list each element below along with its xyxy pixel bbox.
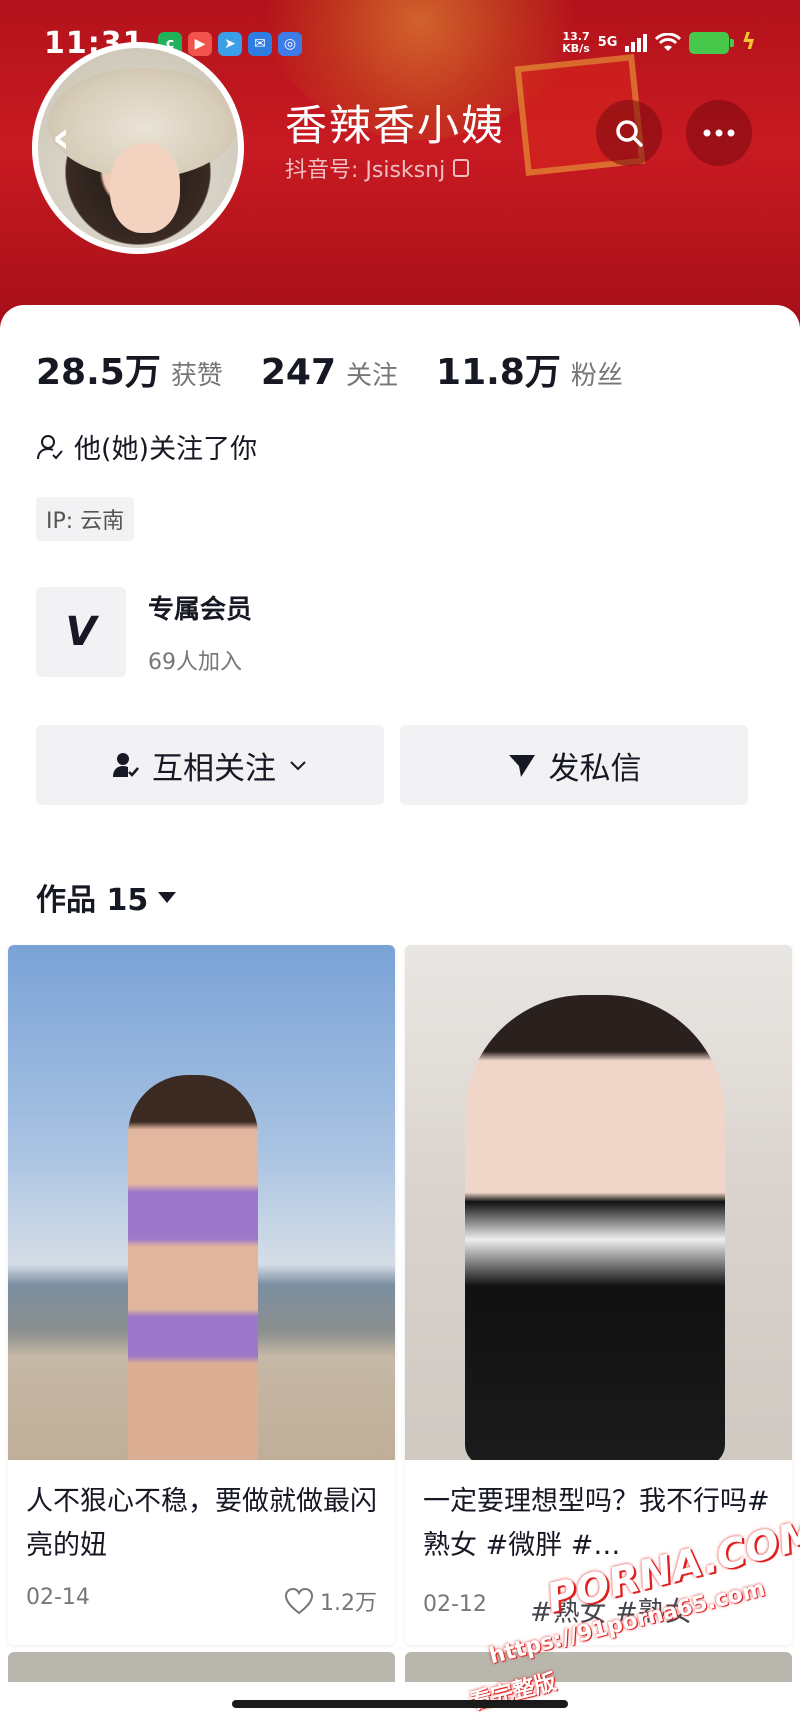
copy-icon[interactable] — [453, 159, 470, 177]
membership-text: 专属会员 69人加入 — [148, 589, 252, 676]
send-icon — [508, 755, 535, 777]
app-circle-icon: ◎ — [278, 32, 302, 56]
network-speed-unit: KB/s — [562, 41, 590, 55]
tab-works[interactable]: 作品 15 — [36, 875, 177, 919]
back-button[interactable]: ‹ — [52, 112, 70, 163]
wifi-icon — [655, 32, 682, 51]
app-message-icon: ✉ — [248, 32, 272, 56]
video-date: 02-14 — [26, 1585, 90, 1610]
send-message-label: 发私信 — [548, 750, 642, 787]
app-telegram-icon: ➤ — [218, 32, 242, 56]
video-likes-count: 1.2万 — [320, 1591, 377, 1616]
network-speed-value: 13.7 — [562, 29, 590, 43]
caret-down-icon — [158, 891, 177, 903]
douyin-id-text: 抖音号: Jsisksnj — [285, 158, 446, 183]
profile-card: 28.5万 获赞 247 关注 11.8万 粉丝 他(她)关注了你 IP: 云南… — [0, 305, 800, 1726]
more-button[interactable] — [686, 100, 752, 166]
ip-location-tag: IP: 云南 — [36, 497, 135, 541]
thumbnail-person — [128, 1075, 258, 1460]
followers-count[interactable]: 11.8万 — [436, 343, 561, 395]
network-speed: 13.7 KB/s — [562, 29, 590, 55]
following-count[interactable]: 247 — [261, 352, 336, 393]
membership-count: 69人加入 — [148, 649, 242, 675]
video-likes: 1.2万 — [284, 1585, 377, 1617]
user-check-icon — [37, 434, 63, 459]
send-message-button[interactable]: 发私信 — [400, 725, 748, 805]
mutual-follow-label: 互相关注 — [152, 750, 276, 787]
heart-icon — [284, 1587, 314, 1615]
avatar-face — [110, 143, 180, 233]
video-card[interactable]: 人不狠心不稳，要做就做最闪亮的妞 02-14 1.2万 — [8, 945, 395, 1645]
profile-nickname: 香辣香小姨 — [285, 101, 506, 150]
status-indicators: 13.7 KB/s 5G ϟ — [562, 30, 756, 55]
profile-actions: 互相关注 发私信 — [36, 725, 748, 805]
works-grid: 人不狠心不稳，要做就做最闪亮的妞 02-14 1.2万 一定要理想型吗？我不行吗… — [8, 945, 792, 1645]
works-tab-label: 作品 15 — [36, 883, 149, 918]
app-video-icon: ▶ — [188, 32, 212, 56]
charging-icon: ϟ — [741, 30, 756, 55]
following-label: 关注 — [346, 361, 399, 391]
likes-label: 获赞 — [170, 361, 223, 391]
thumbnail-person — [465, 995, 725, 1460]
search-button[interactable] — [596, 100, 662, 166]
user-check-icon — [113, 753, 139, 777]
network-type: 5G — [597, 35, 618, 50]
membership-logo-icon: V — [36, 587, 126, 677]
video-title: 人不狠心不稳，要做就做最闪亮的妞 — [26, 1486, 377, 1561]
followers-label: 粉丝 — [570, 361, 623, 391]
chevron-down-icon — [290, 761, 306, 771]
follows-you-text: 他(她)关注了你 — [74, 434, 258, 465]
mutual-follow-button[interactable]: 互相关注 — [36, 725, 384, 805]
next-video-thumbnail[interactable] — [8, 1652, 395, 1682]
battery-icon — [689, 31, 735, 54]
video-thumbnail — [405, 945, 792, 1460]
more-icon — [703, 129, 735, 137]
video-meta: 02-14 1.2万 — [26, 1585, 377, 1617]
signal-icon — [625, 33, 648, 52]
watermark-tag: 看完整版 — [467, 1669, 559, 1716]
follows-you-note: 他(她)关注了你 — [36, 427, 257, 466]
profile-header: 11:31 c ▶ ➤ ✉ ◎ 13.7 KB/s 5G ϟ ‹ 香辣香小姨 抖… — [0, 0, 800, 330]
likes-count[interactable]: 28.5万 — [36, 343, 161, 395]
video-thumbnail — [8, 945, 395, 1460]
membership-entry[interactable]: V 专属会员 69人加入 — [36, 587, 252, 677]
membership-title: 专属会员 — [148, 594, 253, 625]
profile-stats: 28.5万 获赞 247 关注 11.8万 粉丝 — [36, 343, 661, 395]
search-icon — [616, 120, 643, 147]
home-indicator[interactable] — [232, 1700, 568, 1708]
douyin-id: 抖音号: Jsisksnj — [285, 152, 470, 184]
